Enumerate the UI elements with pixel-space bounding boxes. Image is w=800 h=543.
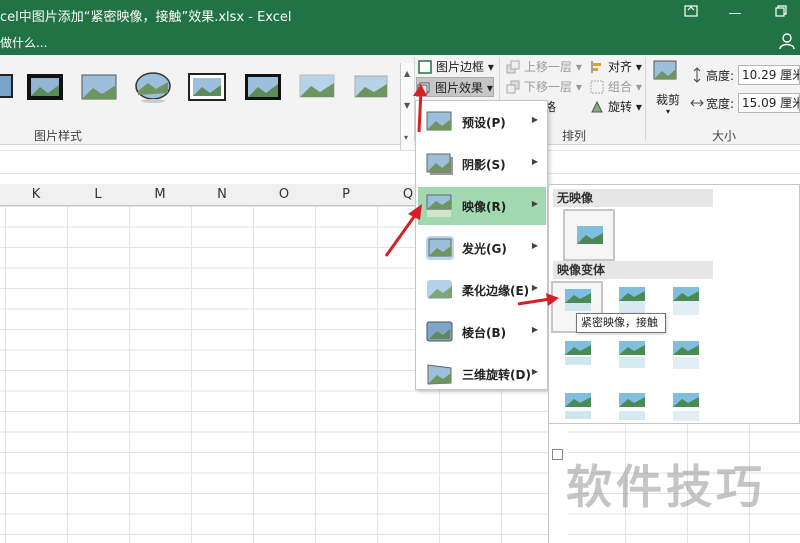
rotate-icon xyxy=(591,100,603,113)
width-icon xyxy=(690,99,704,107)
column-header[interactable]: O xyxy=(274,187,294,202)
tight-reflection-tooltip: 紧密映像，接触 xyxy=(576,313,666,333)
ribbon: ▲▼▾ 图片样式 图片边框 ▾ 图片效果 ▾ 上移一层 ▾ 下移一层 ▾ 窗格 … xyxy=(0,55,800,151)
menu-item-glow[interactable]: 发光(G) ▶ xyxy=(418,229,546,267)
title-bar: cel中图片添加“紧密映像，接触”效果.xlsx - Excel — xyxy=(0,0,800,28)
submenu-options-strip xyxy=(548,424,568,543)
no-reflection-heading: 无映像 xyxy=(553,189,713,207)
send-backward-icon xyxy=(506,80,520,94)
user-icon[interactable] xyxy=(778,32,796,50)
width-label: 宽度: xyxy=(706,97,735,111)
align-button[interactable]: 对齐 ▾ xyxy=(590,57,642,77)
reflection-icon xyxy=(426,194,452,217)
bring-forward-icon xyxy=(506,60,520,74)
reflection-variations-heading: 映像变体 xyxy=(553,261,713,279)
group-button[interactable]: 组合 ▾ xyxy=(590,77,642,97)
window-title: cel中图片添加“紧密映像，接触”效果.xlsx - Excel xyxy=(0,10,292,25)
reflection-options-checkbox[interactable] xyxy=(552,449,563,460)
style-thumb-3[interactable] xyxy=(80,71,120,103)
annotation-arrow xyxy=(413,84,427,133)
picture-border-button[interactable]: 图片边框 ▾ xyxy=(418,57,494,77)
restore-icon[interactable] xyxy=(770,4,792,24)
menu-item-shadow[interactable]: 阴影(S) ▶ xyxy=(418,145,546,183)
send-backward-button[interactable]: 下移一层 ▾ xyxy=(506,77,582,97)
reflection-variant-swatch[interactable] xyxy=(617,391,647,421)
picture-effects-menu: 预设(P) ▶ 阴影(S) ▶ 映像(R) ▶ 发光(G) ▶ 柔化边缘(E) ▶ 棱台(… xyxy=(415,100,548,390)
annotation-arrow xyxy=(517,293,559,306)
height-field[interactable]: 10.29 厘米 xyxy=(738,65,800,85)
no-reflection-swatch xyxy=(577,226,603,244)
style-thumb-2[interactable] xyxy=(26,71,66,103)
crop-button[interactable]: 裁剪 ▾ xyxy=(652,59,686,119)
column-header[interactable]: L xyxy=(88,187,108,202)
style-thumb-7[interactable] xyxy=(298,71,338,103)
3d-rotation-icon xyxy=(427,364,452,385)
rotate-button[interactable]: 旋转 ▾ xyxy=(590,97,642,117)
group-icon xyxy=(590,80,604,94)
ribbon-separator xyxy=(645,57,646,141)
picture-border-icon xyxy=(418,60,432,74)
style-thumb-6[interactable] xyxy=(244,71,284,103)
width-field[interactable]: 15.09 厘米 xyxy=(738,93,800,113)
style-thumb-5[interactable] xyxy=(188,71,228,103)
size-label: 大小 xyxy=(712,129,737,143)
reflection-variant-swatch[interactable] xyxy=(617,285,647,315)
formula-bar[interactable] xyxy=(0,150,800,174)
height-icon xyxy=(693,67,701,83)
height-label: 高度: xyxy=(706,69,735,83)
shadow-icon xyxy=(426,153,453,175)
align-icon xyxy=(591,61,601,73)
annotation-arrow xyxy=(384,204,422,257)
arrange-label: 排列 xyxy=(562,129,587,143)
menu-item-3d-rotation[interactable]: 三维旋转(D) ▶ xyxy=(418,355,546,393)
column-header[interactable]: M xyxy=(150,187,170,202)
reflection-variant-swatch[interactable] xyxy=(563,339,593,369)
picture-styles-label: 图片样式 xyxy=(34,129,83,143)
crop-icon xyxy=(653,60,677,80)
no-reflection-option[interactable] xyxy=(563,209,615,261)
reflection-variant-swatch[interactable] xyxy=(671,339,701,369)
reflection-variant-swatch[interactable] xyxy=(617,339,647,369)
glow-icon xyxy=(426,236,454,260)
column-header[interactable]: K xyxy=(26,187,46,202)
watermark: 软件技巧 xyxy=(566,460,766,514)
style-thumb-8[interactable] xyxy=(352,71,392,103)
column-header[interactable]: P xyxy=(336,187,356,202)
column-header[interactable]: N xyxy=(212,187,232,202)
style-thumb-4[interactable] xyxy=(134,71,174,103)
reflection-variant-swatch[interactable] xyxy=(563,391,593,421)
tell-me-bar: 做什么... xyxy=(0,28,800,55)
bring-forward-button[interactable]: 上移一层 ▾ xyxy=(506,57,582,77)
minimize-icon[interactable]: — xyxy=(724,4,746,24)
reflection-submenu: 无映像 映像变体 xyxy=(548,184,800,424)
soft-edges-icon xyxy=(427,280,452,299)
ribbon-display-icon[interactable] xyxy=(680,4,702,24)
reflection-variant-swatch[interactable] xyxy=(671,391,701,421)
menu-item-bevel[interactable]: 棱台(B) ▶ xyxy=(418,313,546,351)
menu-item-reflection[interactable]: 映像(R) ▶ xyxy=(418,187,546,225)
reflection-variant-swatch[interactable] xyxy=(671,285,701,315)
bevel-icon xyxy=(426,321,453,342)
tell-me-input[interactable]: 做什么... xyxy=(0,34,47,51)
menu-item-preset[interactable]: 预设(P) ▶ xyxy=(418,103,546,141)
style-thumb-1[interactable] xyxy=(0,71,26,103)
